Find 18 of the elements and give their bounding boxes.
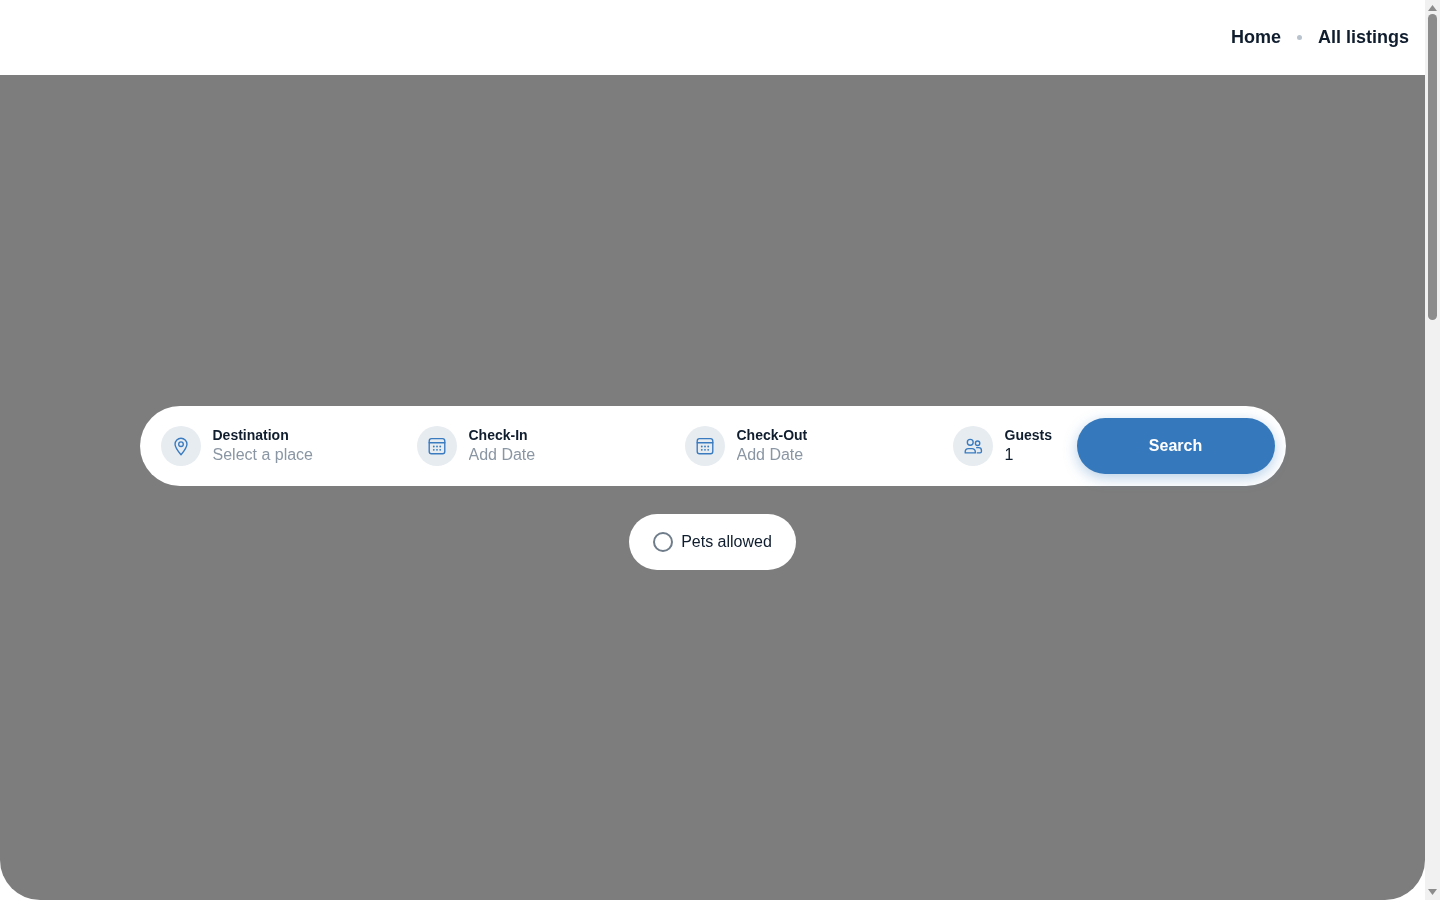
scroll-up-icon[interactable] xyxy=(1428,5,1437,11)
filter-toggle[interactable]: Pets allowed xyxy=(629,513,796,570)
search-button[interactable]: Search xyxy=(1076,417,1275,474)
scroll-down-icon[interactable] xyxy=(1428,889,1437,895)
field-label: Check-Out xyxy=(736,425,808,444)
field-label: Destination xyxy=(212,425,289,444)
dot-icon xyxy=(1297,35,1302,40)
destination-field[interactable]: Select a place xyxy=(212,443,409,466)
scrollbar[interactable] xyxy=(1425,0,1440,900)
field-label: Guests xyxy=(1004,425,1052,444)
date-field[interactable]: Add Date xyxy=(468,443,677,466)
nav-link[interactable]: All listings xyxy=(1318,26,1409,49)
radio-button[interactable] xyxy=(653,531,674,552)
field-label: Check-In xyxy=(468,425,528,444)
nav-link[interactable]: Home xyxy=(1230,26,1281,49)
scrollbar-thumb[interactable] xyxy=(1428,14,1437,320)
date-field[interactable]: Add Date xyxy=(736,443,945,466)
guests-field[interactable]: 1 xyxy=(1004,443,1069,466)
